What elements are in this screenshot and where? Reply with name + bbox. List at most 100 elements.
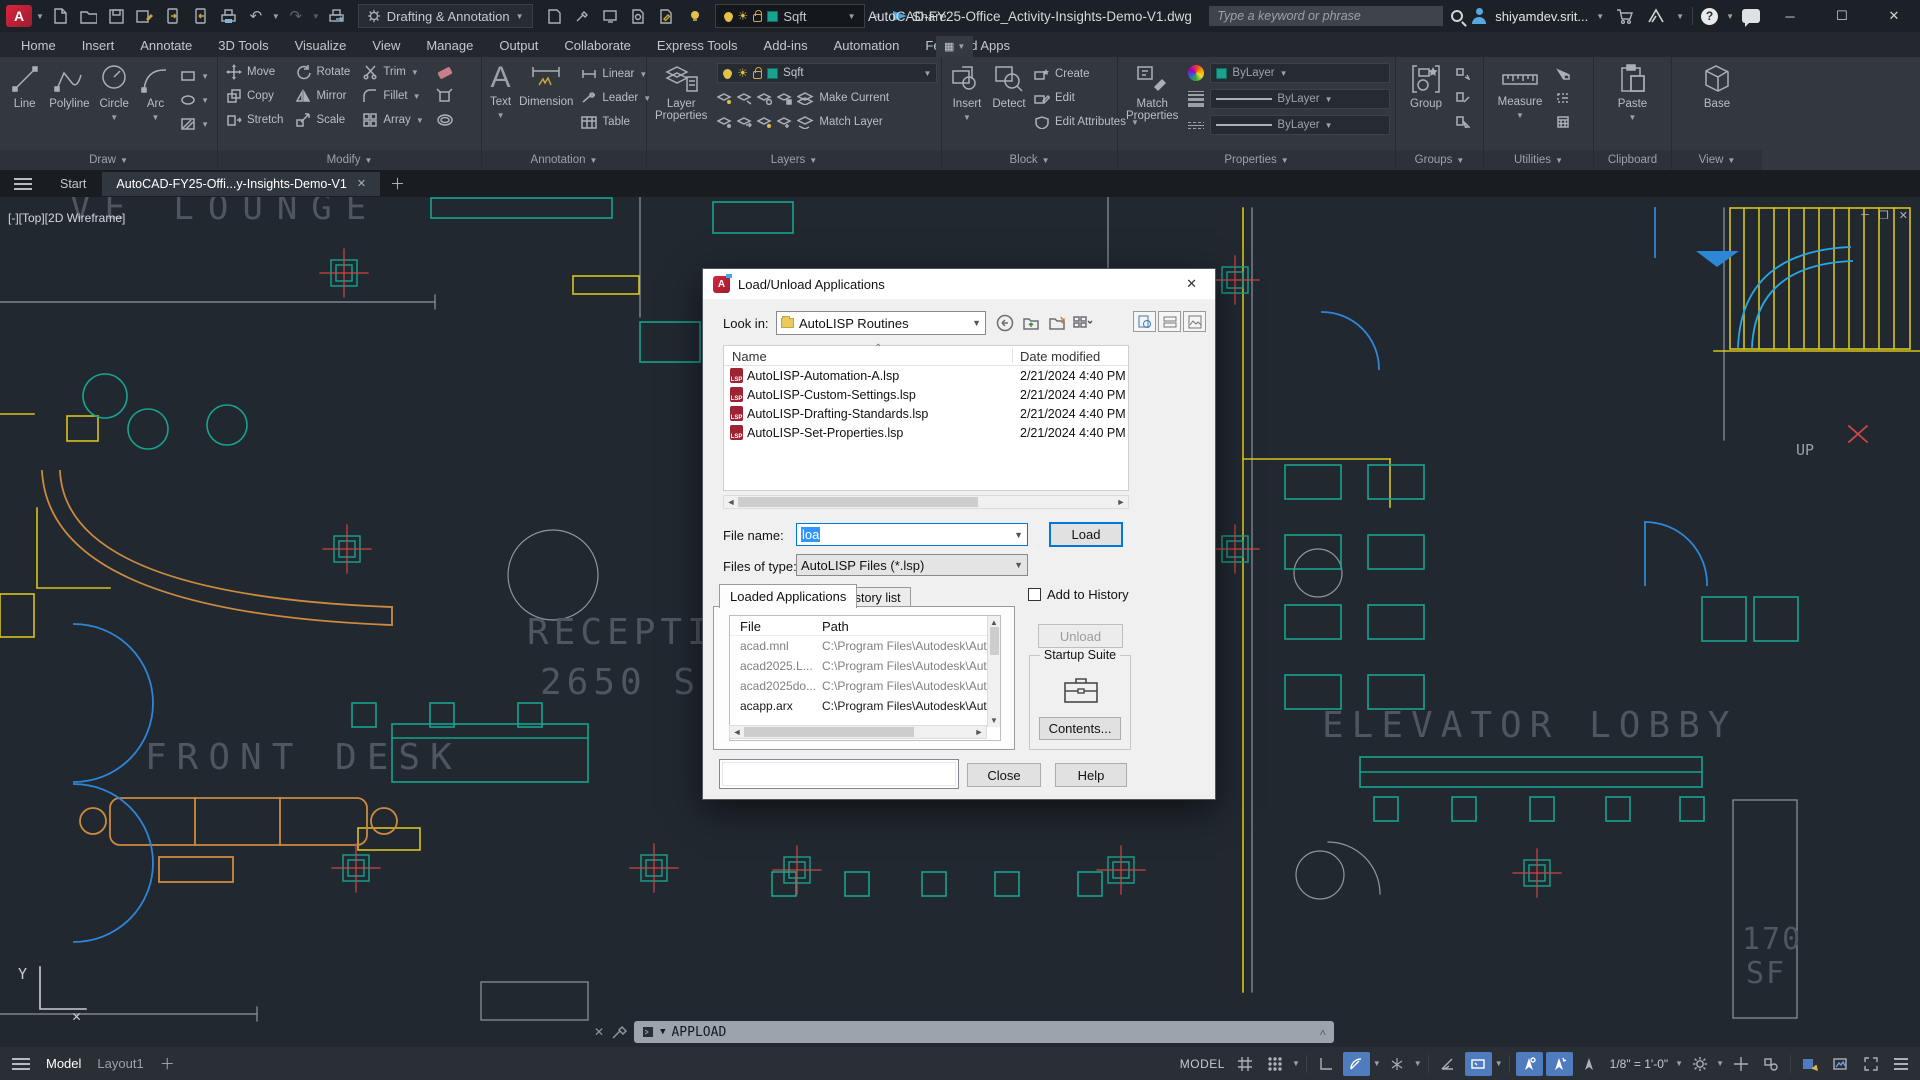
settings-caret-icon[interactable]: ▼ [1716, 1059, 1724, 1068]
preview-toggle-button[interactable] [1133, 311, 1156, 332]
file-list-hscrollbar[interactable]: ◄► [723, 495, 1129, 509]
ribbon-tab[interactable]: Insert [69, 34, 128, 57]
panel-label-draw[interactable]: Draw▼ [0, 150, 217, 170]
loaded-app-row[interactable]: acad2025do... C:\Program Files\Autodesk\… [730, 676, 1000, 696]
lineweight-display-toggle[interactable] [1576, 1052, 1603, 1076]
help-icon[interactable]: ? [1701, 8, 1718, 25]
column-name[interactable]: Name [732, 349, 767, 364]
id-point-button[interactable] [1556, 89, 1570, 107]
vscroll-thumb[interactable] [990, 627, 999, 655]
loaded-list-hscrollbar[interactable]: ◄► [729, 725, 987, 739]
paste-button[interactable]: Paste▼ [1610, 63, 1656, 122]
dyn-caret-icon[interactable]: ▼ [1495, 1059, 1503, 1068]
user-avatar[interactable] [1471, 8, 1487, 24]
loaded-applications-list[interactable]: File Path acad.mnl C:\Program Files\Auto… [729, 615, 1001, 741]
linetype-dropdown[interactable]: ByLayer▼ [1210, 115, 1390, 135]
user-name[interactable]: shiyamdev.srit... [1495, 9, 1588, 24]
panel-label-annotation[interactable]: Annotation▼ [482, 150, 646, 170]
drawing-window-controls[interactable]: ─❐✕ [1861, 209, 1908, 222]
command-history-caret-icon[interactable]: ˄ [1320, 1026, 1326, 1039]
contents-button[interactable]: Contents... [1039, 717, 1121, 740]
ungroup-button[interactable] [1456, 65, 1470, 83]
polar-caret-icon[interactable]: ▼ [1373, 1059, 1381, 1068]
panel-label-modify[interactable]: Modify▼ [218, 150, 481, 170]
crosshair-button[interactable] [1727, 1052, 1754, 1076]
batch-plot-icon[interactable] [324, 4, 348, 28]
group-button[interactable]: Group [1404, 63, 1448, 110]
new-file-icon[interactable] [48, 4, 72, 28]
window-close-button[interactable]: ✕ [1872, 0, 1916, 32]
panel-label-groups[interactable]: Groups▼ [1396, 150, 1483, 170]
window-minimize-button[interactable]: ─ [1768, 0, 1812, 32]
ribbon-tab[interactable]: Collaborate [551, 34, 644, 57]
object-snap-toggle[interactable] [1546, 1052, 1573, 1076]
match-layer-row[interactable]: Match Layer [717, 113, 937, 131]
tool-icon[interactable] [571, 4, 595, 28]
model-space-button[interactable]: MODEL [1176, 1057, 1229, 1071]
sheet-icon[interactable] [543, 4, 567, 28]
clean-screen-image-icon[interactable] [1827, 1052, 1854, 1076]
file-row[interactable]: LSP AutoLISP-Drafting-Standards.lsp 2/21… [724, 404, 1128, 423]
line-button[interactable]: Line [8, 63, 41, 110]
grid-display-toggle[interactable] [1232, 1052, 1259, 1076]
lineweight-dropdown[interactable]: ByLayer▼ [1210, 89, 1390, 109]
ribbon-tab[interactable]: 3D Tools [205, 34, 281, 57]
layer-properties-button[interactable]: Layer Properties [655, 63, 707, 122]
panel-label-view[interactable]: View▼ [1672, 150, 1762, 170]
table-button[interactable]: Table [581, 113, 651, 131]
views-menu-button[interactable] [1073, 313, 1093, 333]
loaded-column-path[interactable]: Path [822, 619, 849, 634]
object-snap-tracking-toggle[interactable] [1516, 1052, 1543, 1076]
loaded-app-row[interactable]: acapp.arx C:\Program Files\Autodesk\Auto… [730, 696, 1000, 716]
make-current-row[interactable]: Make Current [717, 89, 937, 107]
command-input[interactable]: ▼ APPLOAD ˄ [634, 1021, 1334, 1043]
file-name-input[interactable]: loa ▼ [796, 523, 1028, 546]
snap-caret-icon[interactable]: ▼ [1292, 1059, 1300, 1068]
ribbon-tab[interactable]: Output [486, 34, 551, 57]
file-browser-list[interactable]: Name ⌃ Date modified LSP AutoLISP-Automa… [723, 345, 1129, 491]
scale-caret-icon[interactable]: ▼ [1675, 1059, 1683, 1068]
dialog-title-bar[interactable]: A Load/Unload Applications ✕ [703, 269, 1215, 299]
file-row[interactable]: LSP AutoLISP-Custom-Settings.lsp 2/21/20… [724, 385, 1128, 404]
open-from-web-icon[interactable] [160, 4, 184, 28]
ribbon-tab[interactable]: Home [8, 34, 69, 57]
polar-tracking-toggle[interactable] [1343, 1052, 1370, 1076]
window-maximize-button[interactable]: ☐ [1820, 0, 1864, 32]
redo-icon[interactable]: ↷ [284, 4, 308, 28]
ribbon-tab[interactable]: Manage [413, 34, 486, 57]
arc-button[interactable]: Arc▼ [139, 63, 172, 122]
erase-button[interactable] [436, 63, 454, 81]
array-button[interactable]: Array▼ [362, 111, 423, 129]
trim-button[interactable]: Trim▼ [362, 63, 423, 81]
settings-gear-icon[interactable] [1686, 1052, 1713, 1076]
checkbox-box[interactable] [1028, 588, 1041, 601]
calculator-button[interactable] [1556, 113, 1570, 131]
app-menu-caret-icon[interactable]: ▼ [36, 12, 44, 21]
dynamic-input-toggle[interactable] [1465, 1052, 1492, 1076]
ellipse-button[interactable]: ▼ [180, 91, 209, 109]
thumbnail-view-button[interactable] [1183, 311, 1206, 332]
display-icon[interactable] [599, 4, 623, 28]
dialog-close-button[interactable]: ✕ [1178, 274, 1205, 294]
dimension-button[interactable]: Dimension [519, 63, 573, 108]
measure-button[interactable]: Measure▼ [1492, 63, 1548, 120]
lightbulb-icon[interactable] [683, 4, 707, 28]
polyline-button[interactable]: Polyline [49, 63, 89, 110]
ortho-mode-toggle[interactable] [1313, 1052, 1340, 1076]
app-store-cart-icon[interactable] [1612, 4, 1636, 28]
offset-button[interactable] [436, 111, 454, 129]
detect-button[interactable]: Detect [992, 63, 1026, 110]
scale-button[interactable]: Scale [295, 111, 350, 129]
leader-button[interactable]: Leader▼ [581, 89, 651, 107]
text-button[interactable]: A Text▼ [490, 63, 511, 120]
ribbon-tab[interactable]: Express Tools [644, 34, 751, 57]
column-date-modified[interactable]: Date modified [1020, 349, 1100, 364]
look-in-dropdown[interactable]: AutoLISP Routines ▼ [776, 311, 986, 335]
panel-label-clipboard[interactable]: Clipboard [1594, 150, 1671, 170]
search-input[interactable] [1209, 6, 1443, 26]
insert-block-button[interactable]: Insert▼ [950, 63, 984, 122]
loaded-column-file[interactable]: File [740, 619, 761, 634]
help-button[interactable]: Help [1055, 763, 1127, 787]
open-file-icon[interactable] [76, 4, 100, 28]
ribbon-tab[interactable]: Visualize [282, 34, 360, 57]
